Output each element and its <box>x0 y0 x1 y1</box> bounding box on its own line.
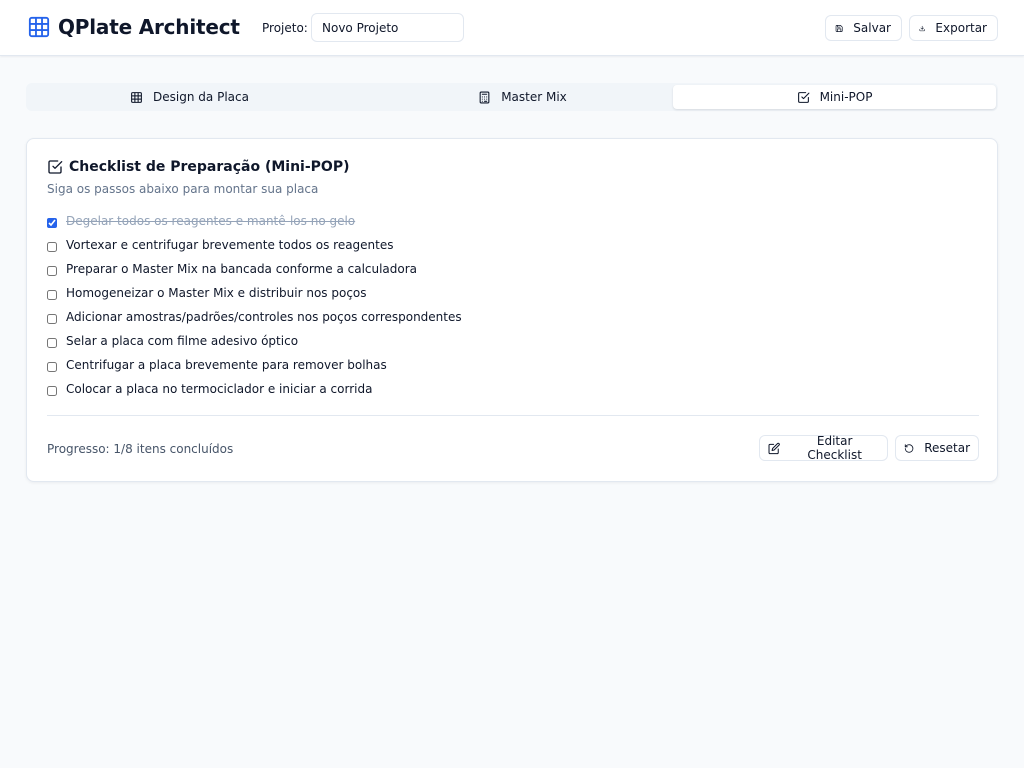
save-button-label: Salvar <box>853 21 891 35</box>
checklist-card: Checklist de Preparação (Mini-POP) Siga … <box>26 138 998 482</box>
check-square-icon <box>797 91 810 103</box>
checklist-item[interactable]: Centrifugar a placa brevemente para remo… <box>47 357 387 377</box>
download-icon <box>919 25 925 31</box>
checklist-item[interactable]: Colocar a placa no termociclador e inici… <box>47 381 372 401</box>
checklist-item-label: Homogeneizar o Master Mix e distribuir n… <box>66 286 367 300</box>
checklist-item[interactable]: Vortexar e centrifugar brevemente todos … <box>47 237 394 257</box>
grid-icon <box>131 91 142 103</box>
save-icon <box>835 24 843 32</box>
tab-mini-pop[interactable]: Mini-POP <box>673 85 996 109</box>
tab-design-da-placa[interactable]: Design da Placa <box>28 85 351 109</box>
checklist-checkbox[interactable] <box>47 242 57 252</box>
divider <box>47 415 979 416</box>
check-square-icon <box>48 160 63 174</box>
reset-button[interactable]: Resetar <box>895 435 979 461</box>
save-button[interactable]: Salvar <box>825 15 902 41</box>
rotate-ccw-icon <box>904 443 914 453</box>
edit-icon <box>768 442 780 454</box>
calculator-icon <box>479 91 490 103</box>
export-button-label: Exportar <box>935 21 987 35</box>
edit-checklist-button[interactable]: Editar Checklist <box>759 434 888 462</box>
checklist-item-label: Centrifugar a placa brevemente para remo… <box>66 358 387 372</box>
card-title: Checklist de Preparação (Mini-POP) <box>47 158 349 176</box>
checklist-item[interactable]: Selar a placa com filme adesivo óptico <box>47 333 298 353</box>
export-button[interactable]: Exportar <box>909 15 998 41</box>
checklist-checkbox[interactable] <box>47 266 57 276</box>
card-title-text: Checklist de Preparação (Mini-POP) <box>69 159 350 175</box>
checklist-item[interactable]: Adicionar amostras/padrões/controles nos… <box>47 309 462 329</box>
checklist-checkbox[interactable] <box>47 314 57 324</box>
project-label: Projeto: <box>262 21 308 35</box>
checklist-checkbox[interactable] <box>47 338 57 348</box>
tab-master-mix[interactable]: Master Mix <box>361 85 684 109</box>
tab-bar: Design da Placa Master Mix Mini-POP <box>26 83 998 111</box>
checklist-item-label: Vortexar e centrifugar brevemente todos … <box>66 238 394 252</box>
checklist-checkbox[interactable] <box>47 386 57 396</box>
edit-checklist-label: Editar Checklist <box>807 434 862 462</box>
card-subtitle: Siga os passos abaixo para montar sua pl… <box>47 182 319 196</box>
checklist-item-label: Preparar o Master Mix na bancada conform… <box>66 262 418 276</box>
checklist-checkbox[interactable] <box>47 362 57 372</box>
checklist-item-label: Colocar a placa no termociclador e inici… <box>66 382 373 396</box>
tab-label: Mini-POP <box>819 90 873 104</box>
checklist-item[interactable]: Preparar o Master Mix na bancada conform… <box>47 261 417 281</box>
app-title: QPlate Architect <box>58 15 240 39</box>
app-header: QPlate Architect Projeto: Salvar Exporta… <box>0 0 1024 56</box>
checklist-checkbox[interactable] <box>47 290 57 300</box>
tab-label: Design da Placa <box>153 90 249 104</box>
checklist-checkbox[interactable] <box>47 218 57 228</box>
checklist-item-label: Degelar todos os reagentes e mantê-los n… <box>66 214 356 228</box>
checklist-item[interactable]: Degelar todos os reagentes e mantê-los n… <box>47 213 355 233</box>
reset-button-label: Resetar <box>924 441 970 455</box>
grid-icon <box>28 16 50 38</box>
tab-label: Master Mix <box>501 90 567 104</box>
checklist-item[interactable]: Homogeneizar o Master Mix e distribuir n… <box>47 285 367 305</box>
project-name-input[interactable] <box>311 13 464 42</box>
progress-text: Progresso: 1/8 itens concluídos <box>47 442 234 456</box>
checklist-item-label: Adicionar amostras/padrões/controles nos… <box>66 310 462 324</box>
checklist-item-label: Selar a placa com filme adesivo óptico <box>66 334 299 348</box>
brand: QPlate Architect <box>28 14 240 40</box>
